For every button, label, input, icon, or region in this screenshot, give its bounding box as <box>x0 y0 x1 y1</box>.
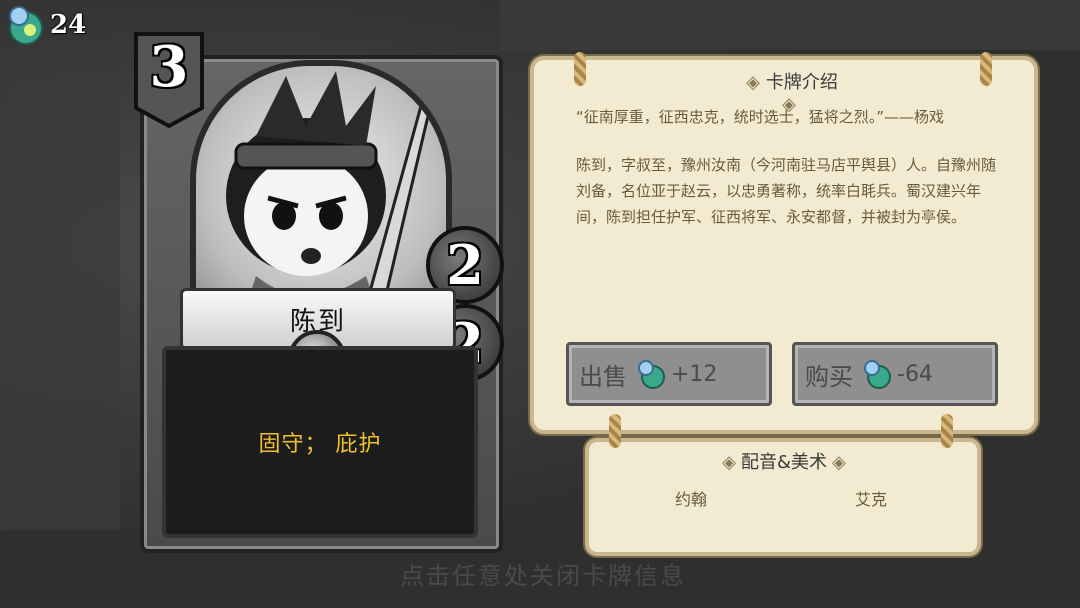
card-info-panel: 卡牌介绍 “征南厚重，征西忠克，统时选士，猛将之烈。”——杨戏 陈到，字叔至，豫… <box>530 52 1038 434</box>
sell-label: 出售 <box>579 362 627 391</box>
card-text-box: 固守； 庇护 <box>162 346 478 538</box>
currency-amount: 24 <box>50 10 87 40</box>
buy-button[interactable]: 购买 -64 <box>792 342 998 406</box>
card-cost-badge: 3 <box>132 30 206 130</box>
sell-button[interactable]: 出售 +12 <box>566 342 772 406</box>
rope-icon <box>609 414 621 448</box>
voice-credit: 约翰 <box>675 490 708 509</box>
art-credit: 艾克 <box>855 490 888 509</box>
card-cost-value: 3 <box>149 34 189 100</box>
gem-coin-icon <box>6 4 46 46</box>
card-quote: “征南厚重，征西忠克，统时选士，猛将之烈。”——杨戏 <box>576 108 945 126</box>
close-hint: 点击任意处关闭卡牌信息 <box>400 562 686 590</box>
hero-card: 3 2 2 陈到 固守； 庇护 <box>130 30 504 553</box>
rope-icon <box>980 52 992 86</box>
gem-coin-icon <box>635 359 669 389</box>
credits-panel: 配音&美术 约翰 艾克 <box>585 414 981 556</box>
credits-title: 配音&美术 <box>709 448 859 474</box>
sell-amount: +12 <box>671 361 718 387</box>
buy-label: 购买 <box>805 362 853 391</box>
rope-icon <box>941 414 953 448</box>
gem-coin-icon <box>861 359 895 389</box>
card-description: 陈到，字叔至，豫州汝南（今河南驻马店平舆县）人。自豫州随刘备，名位亚于赵云，以忠… <box>576 156 997 226</box>
currency-display: 24 <box>6 4 86 46</box>
card-keywords: 固守； 庇护 <box>258 432 382 457</box>
rope-icon <box>574 52 586 86</box>
buy-amount: -64 <box>897 361 933 387</box>
